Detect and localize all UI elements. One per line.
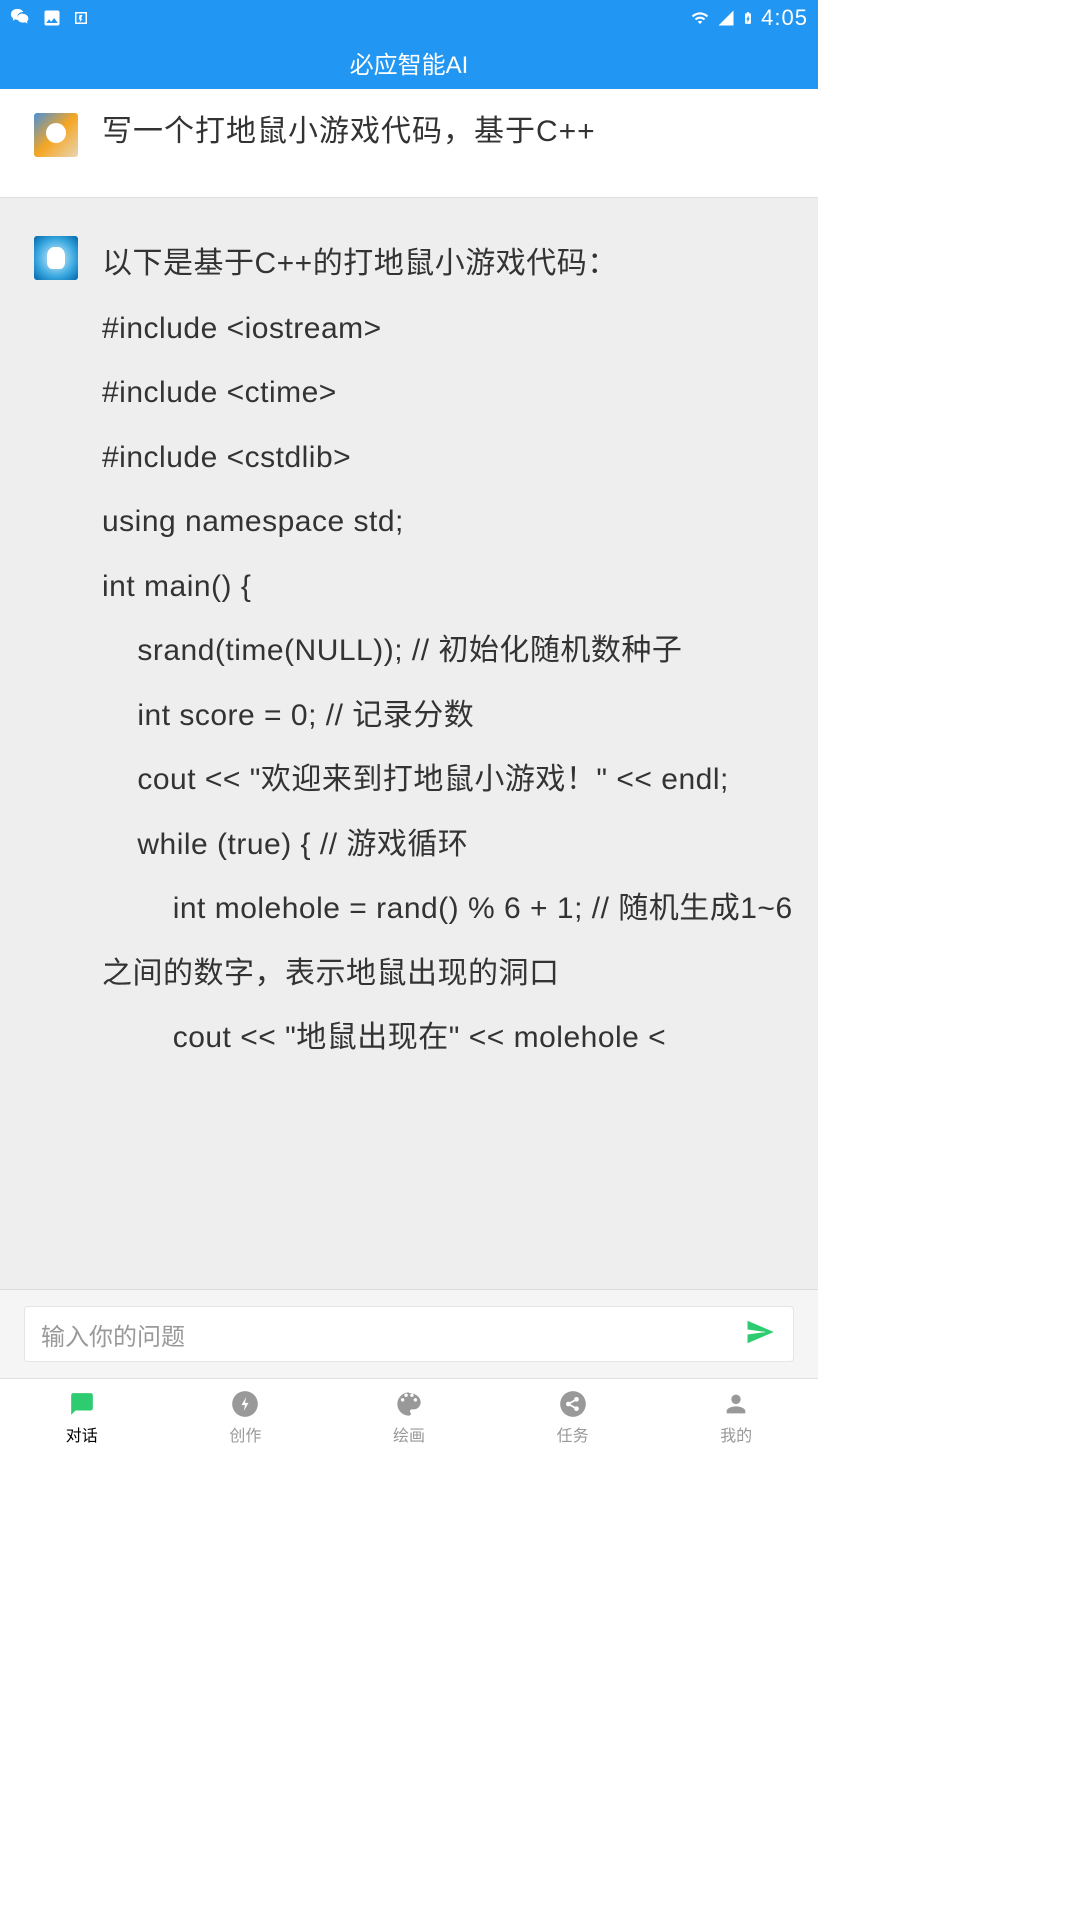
user-message: 写一个打地鼠小游戏代码，基于C++ — [0, 89, 818, 198]
send-button[interactable] — [743, 1317, 777, 1352]
user-message-text: 写一个打地鼠小游戏代码，基于C++ — [102, 109, 596, 154]
nav-label: 我的 — [720, 1422, 752, 1446]
nav-create[interactable]: 创作 — [164, 1379, 328, 1456]
ai-message-text: 以下是基于C++的打地鼠小游戏代码： #include <iostream> #… — [102, 232, 798, 1071]
nav-profile[interactable]: 我的 — [654, 1379, 818, 1456]
nav-label: 创作 — [229, 1422, 261, 1446]
status-icons-left — [10, 7, 90, 29]
input-area: 输入你的问题 — [0, 1289, 818, 1378]
input-placeholder: 输入你的问题 — [41, 1317, 743, 1352]
app-title: 必应智能AI — [350, 45, 469, 80]
nav-task[interactable]: 任务 — [491, 1379, 655, 1456]
nav-label: 绘画 — [393, 1422, 425, 1446]
ai-avatar — [34, 236, 78, 280]
wifi-icon — [689, 9, 711, 27]
bolt-icon — [230, 1390, 260, 1418]
battery-icon — [741, 7, 755, 29]
share-icon — [558, 1390, 588, 1418]
ai-message: 以下是基于C++的打地鼠小游戏代码： #include <iostream> #… — [0, 198, 818, 1091]
palette-icon — [394, 1390, 424, 1418]
person-icon — [721, 1390, 751, 1418]
nav-draw[interactable]: 绘画 — [327, 1379, 491, 1456]
chat-area[interactable]: 写一个打地鼠小游戏代码，基于C++ 以下是基于C++的打地鼠小游戏代码： #in… — [0, 89, 818, 1289]
send-icon — [743, 1317, 777, 1347]
message-input[interactable]: 输入你的问题 — [24, 1306, 794, 1362]
user-avatar — [34, 113, 78, 157]
status-icons-right: 4:05 — [689, 5, 808, 31]
status-bar: 4:05 — [0, 0, 818, 36]
status-time: 4:05 — [761, 5, 808, 31]
app-header: 必应智能AI — [0, 36, 818, 89]
nav-label: 对话 — [66, 1422, 98, 1446]
nav-label: 任务 — [557, 1422, 589, 1446]
image-icon — [42, 8, 62, 28]
bottom-nav: 对话 创作 绘画 任务 我的 — [0, 1378, 818, 1456]
chat-icon — [67, 1390, 97, 1418]
nav-chat[interactable]: 对话 — [0, 1379, 164, 1456]
wechat-icon — [10, 7, 32, 29]
signal-icon — [717, 9, 735, 27]
app-icon — [72, 9, 90, 27]
